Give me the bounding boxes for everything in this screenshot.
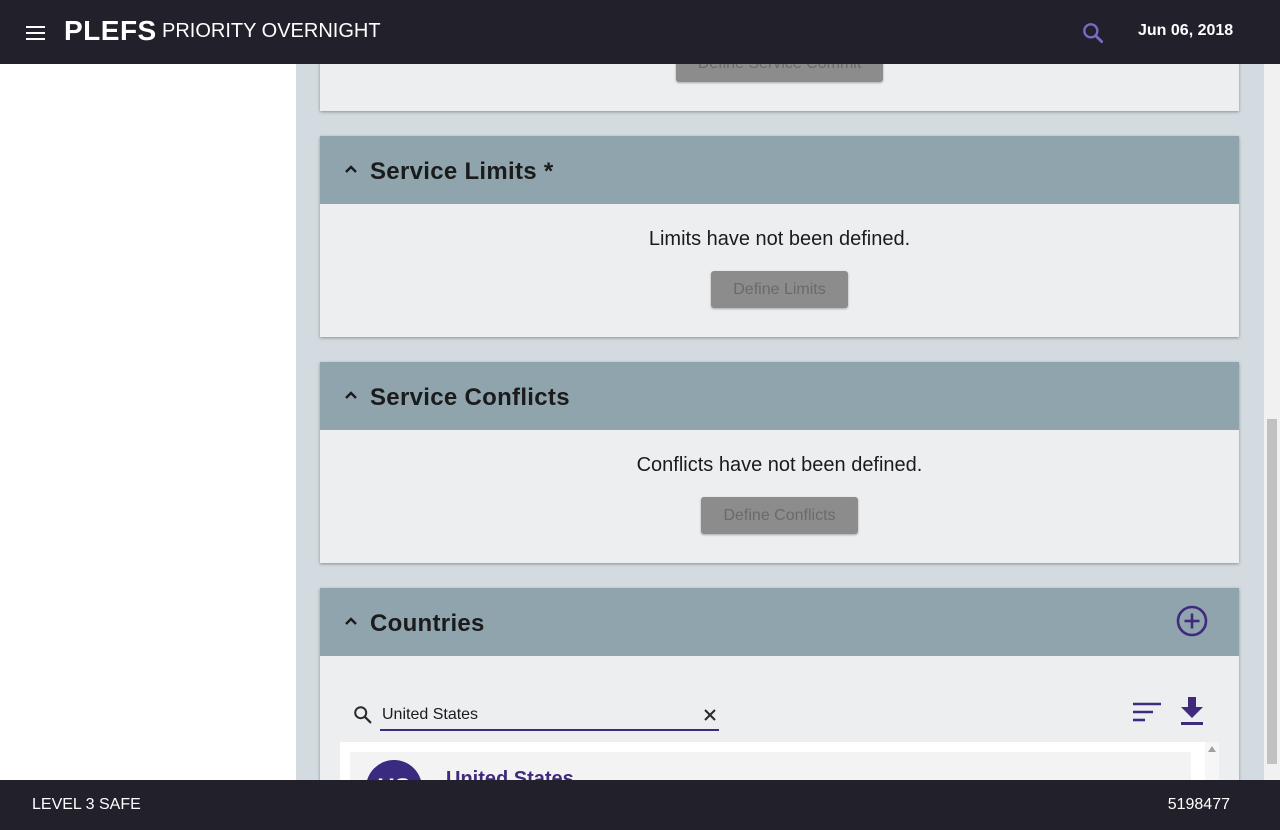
add-circle-icon[interactable] [1175,604,1209,638]
page-scrollbar[interactable] [1264,64,1280,780]
top-app-bar: PLEFS PRIORITY OVERNIGHT Jun 06, 2018 [0,0,1280,64]
app-brand: PLEFS [64,15,157,46]
sidebar [0,64,296,780]
service-limits-title: Service Limits * [370,158,554,185]
search-icon[interactable] [1080,20,1106,46]
countries-title: Countries [370,610,485,637]
chevron-up-icon[interactable] [344,164,358,174]
download-icon[interactable] [1178,696,1206,726]
scroll-up-arrow-icon[interactable] [1208,746,1216,752]
search-underline [380,729,719,731]
define-limits-button[interactable]: Define Limits [711,271,848,308]
country-name-link[interactable]: United States [446,768,574,780]
countries-header[interactable]: Countries [320,588,1239,656]
service-limits-panel: Service Limits * Limits have not been de… [320,136,1239,337]
safety-level: LEVEL 3 SAFE [32,796,141,813]
bottom-status-bar: LEVEL 3 SAFE 5198477 [0,780,1280,830]
define-conflicts-button[interactable]: Define Conflicts [701,497,858,534]
chevron-up-icon[interactable] [344,616,358,626]
define-service-commit-button[interactable]: Define Service Commit [676,64,883,82]
record-id: 5198477 [1167,796,1230,813]
service-conflicts-panel: Service Conflicts Conflicts have not bee… [320,362,1239,563]
search-icon [354,706,372,724]
service-conflicts-title: Service Conflicts [370,384,570,411]
limits-message: Limits have not been defined. [648,228,911,250]
country-search [350,701,720,731]
countries-panel: Countries United States United States [320,588,1239,780]
sort-icon[interactable] [1132,700,1162,724]
scrollbar-thumb[interactable] [1267,419,1277,764]
current-date: Jun 06, 2018 [1138,22,1234,39]
service-conflicts-header[interactable]: Service Conflicts [320,362,1239,430]
list-scrollbar[interactable] [1205,742,1219,780]
chevron-up-icon[interactable] [344,390,358,400]
close-icon[interactable] [702,707,718,723]
menu-icon[interactable] [22,22,50,44]
country-list: US United States [340,742,1219,780]
main-content: Define Service Commit Service Limits * L… [296,64,1264,780]
service-limits-header[interactable]: Service Limits * [320,136,1239,204]
app-subtitle: PRIORITY OVERNIGHT [162,20,381,42]
conflicts-message: Conflicts have not been defined. [636,454,923,476]
country-search-input[interactable] [382,701,692,729]
service-commit-panel: Define Service Commit [320,64,1239,111]
list-item[interactable]: US United States [350,752,1191,780]
avatar: US [366,760,422,780]
